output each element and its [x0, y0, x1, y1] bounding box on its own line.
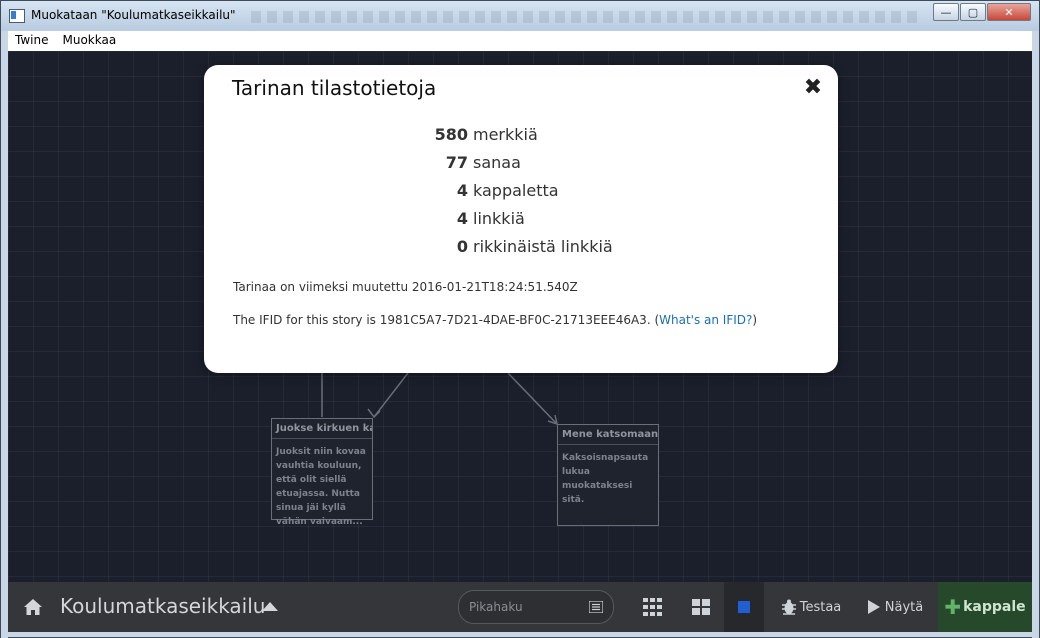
menu-bar: Twine Muokkaa	[8, 31, 1032, 52]
play-icon	[867, 600, 880, 614]
link-arrow-left	[373, 372, 409, 418]
bug-icon	[781, 599, 796, 615]
ifid-text: The IFID for this story is 1981C5A7-7D21…	[233, 313, 757, 327]
stat-label: kappaletta	[473, 181, 559, 200]
close-icon[interactable]: ✖	[802, 77, 824, 99]
window-right-border	[1032, 31, 1039, 638]
stat-label: rikkinäistä linkkiä	[473, 237, 613, 256]
test-button[interactable]: Testaa	[776, 582, 846, 632]
home-icon[interactable]	[22, 596, 44, 618]
title-bar[interactable]: Muokataan "Koulumatkaseikkailu" — ▢ ✕	[1, 1, 1039, 31]
zoom-medium-button[interactable]	[684, 582, 718, 632]
stat-row: 4 kappaletta	[204, 181, 838, 209]
stats-list: 580 merkkiä 77 sanaa 4 kappaletta 4 link…	[204, 125, 838, 265]
stat-value: 4	[456, 181, 468, 200]
quick-search	[458, 590, 614, 624]
menu-edit[interactable]: Muokkaa	[55, 31, 123, 49]
stat-row: 0 rikkinäistä linkkiä	[204, 237, 838, 265]
stat-row: 4 linkkiä	[204, 209, 838, 237]
stat-label: linkkiä	[473, 209, 525, 228]
stat-row: 77 sanaa	[204, 153, 838, 181]
close-window-button[interactable]: ✕	[987, 3, 1031, 21]
app-icon	[9, 9, 25, 23]
play-button[interactable]: Näytä	[864, 582, 926, 632]
grid-small-icon	[643, 598, 662, 616]
stat-row: 580 merkkiä	[204, 125, 838, 153]
stat-label: merkkiä	[473, 125, 538, 144]
zoom-smallest-button[interactable]	[636, 582, 670, 632]
passage-title: Juokse kirkuen karkuun	[272, 419, 372, 439]
window-left-border	[1, 31, 8, 638]
passage-title: Mene katsomaan ufoa	[558, 425, 658, 445]
square-icon	[738, 601, 750, 613]
ifid-suffix: )	[752, 313, 758, 327]
passage-excerpt: Kaksoisnapsauta lukua muokataksesi sitä.	[562, 453, 649, 505]
minimize-button[interactable]: —	[933, 3, 959, 21]
play-label: Näytä	[884, 599, 924, 615]
arrowhead-left	[367, 408, 381, 419]
grid-medium-icon	[692, 599, 710, 615]
search-input[interactable]	[467, 597, 581, 617]
stat-label: sanaa	[473, 153, 521, 172]
test-label: Testaa	[799, 599, 842, 615]
dialog-title: Tarinan tilastotietoja	[232, 76, 437, 100]
stat-value: 77	[445, 153, 468, 172]
story-name[interactable]: Koulumatkaseikkailu	[60, 594, 265, 618]
ifid-prefix: The IFID for this story is 1981C5A7-7D21…	[233, 313, 660, 327]
add-passage-button[interactable]: ✚ kappale	[938, 582, 1032, 632]
passage-card[interactable]: Mene katsomaan ufoa Kaksoisnapsauta luku…	[557, 424, 659, 526]
list-filter-icon[interactable]	[589, 601, 603, 613]
stat-value: 4	[456, 209, 468, 228]
add-passage-label: kappale	[963, 599, 1026, 615]
ifid-help-link[interactable]: What's an IFID?	[659, 313, 752, 327]
story-toolbar: Koulumatkaseikkailu Pikahaku Testaa Näyt…	[8, 582, 1032, 632]
menu-twine[interactable]: Twine	[8, 31, 55, 49]
app-window: Muokataan "Koulumatkaseikkailu" — ▢ ✕ Tw…	[0, 0, 1040, 638]
window-title: Muokataan "Koulumatkaseikkailu"	[31, 8, 236, 22]
stat-value: 0	[456, 237, 468, 256]
passage-card[interactable]: Juokse kirkuen karkuun Juoksit niin kova…	[271, 418, 373, 527]
caret-up-icon[interactable]	[262, 602, 278, 611]
last-modified-text: Tarinaa on viimeksi muutettu 2016-01-21T…	[233, 280, 578, 294]
zoom-large-button[interactable]	[724, 582, 764, 632]
plus-icon: ✚	[944, 595, 962, 619]
story-stats-dialog: Tarinan tilastotietoja ✖ 580 merkkiä 77 …	[204, 65, 838, 373]
window-controls: — ▢ ✕	[932, 3, 1031, 21]
stat-value: 580	[434, 125, 468, 144]
passage-excerpt: Juoksit niin kovaa vauhtia kouluun, että…	[276, 447, 366, 527]
maximize-button[interactable]: ▢	[960, 3, 986, 21]
title-bar-background-text	[251, 11, 921, 23]
link-arrow-right	[507, 372, 557, 424]
